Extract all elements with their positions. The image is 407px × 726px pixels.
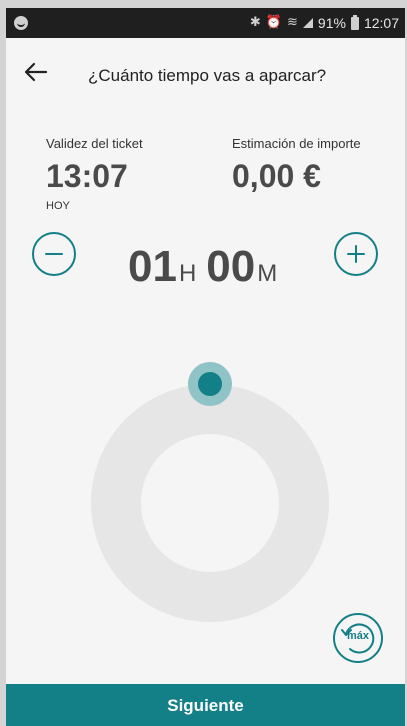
- duration-hours-unit: H: [178, 260, 197, 287]
- back-button[interactable]: [22, 58, 50, 86]
- estimate-amount: 0,00 €: [232, 158, 321, 194]
- dial-knob-center: [198, 372, 222, 396]
- increase-duration-button[interactable]: [334, 232, 378, 276]
- max-label: máx: [346, 630, 370, 642]
- notification-icon: [14, 16, 28, 30]
- phone-screen: ✱ ⏰ ≋ 91% 12:07 ¿Cuánto tiempo vas a apa…: [6, 8, 405, 726]
- plus-icon: [347, 245, 365, 263]
- next-button-label: Siguiente: [167, 696, 244, 715]
- validity-label: Validez del ticket: [46, 136, 143, 151]
- decrease-duration-button[interactable]: [32, 232, 76, 276]
- battery-percent: 91%: [317, 15, 346, 31]
- duration-display: 01H 00M: [128, 242, 308, 292]
- next-button[interactable]: Siguiente: [6, 684, 405, 726]
- validity-day: HOY: [46, 200, 70, 212]
- minus-icon: [45, 253, 63, 255]
- wifi-icon: ≋: [287, 15, 298, 30]
- status-bar: ✱ ⏰ ≋ 91% 12:07: [6, 8, 405, 38]
- page-title: ¿Cuánto tiempo vas a aparcar?: [88, 66, 327, 85]
- validity-time: 13:07: [46, 158, 128, 194]
- duration-dial[interactable]: [91, 384, 329, 622]
- duration-minutes-unit: M: [257, 260, 278, 287]
- max-duration-button[interactable]: máx: [332, 612, 384, 664]
- dial-knob[interactable]: [188, 362, 232, 406]
- arrow-left-icon: [24, 62, 48, 82]
- battery-icon: [350, 14, 359, 30]
- estimate-label: Estimación de importe: [232, 136, 361, 151]
- bluetooth-icon: ✱: [249, 15, 261, 30]
- duration-minutes: 00: [206, 242, 256, 291]
- app-bar: ¿Cuánto tiempo vas a aparcar?: [6, 38, 405, 106]
- status-icons: ✱ ⏰ ≋ 91% 12:07: [250, 14, 399, 32]
- duration-hours: 01: [128, 242, 177, 291]
- alarm-icon: ⏰: [265, 15, 283, 30]
- signal-icon: [302, 18, 313, 28]
- clock: 12:07: [363, 15, 399, 31]
